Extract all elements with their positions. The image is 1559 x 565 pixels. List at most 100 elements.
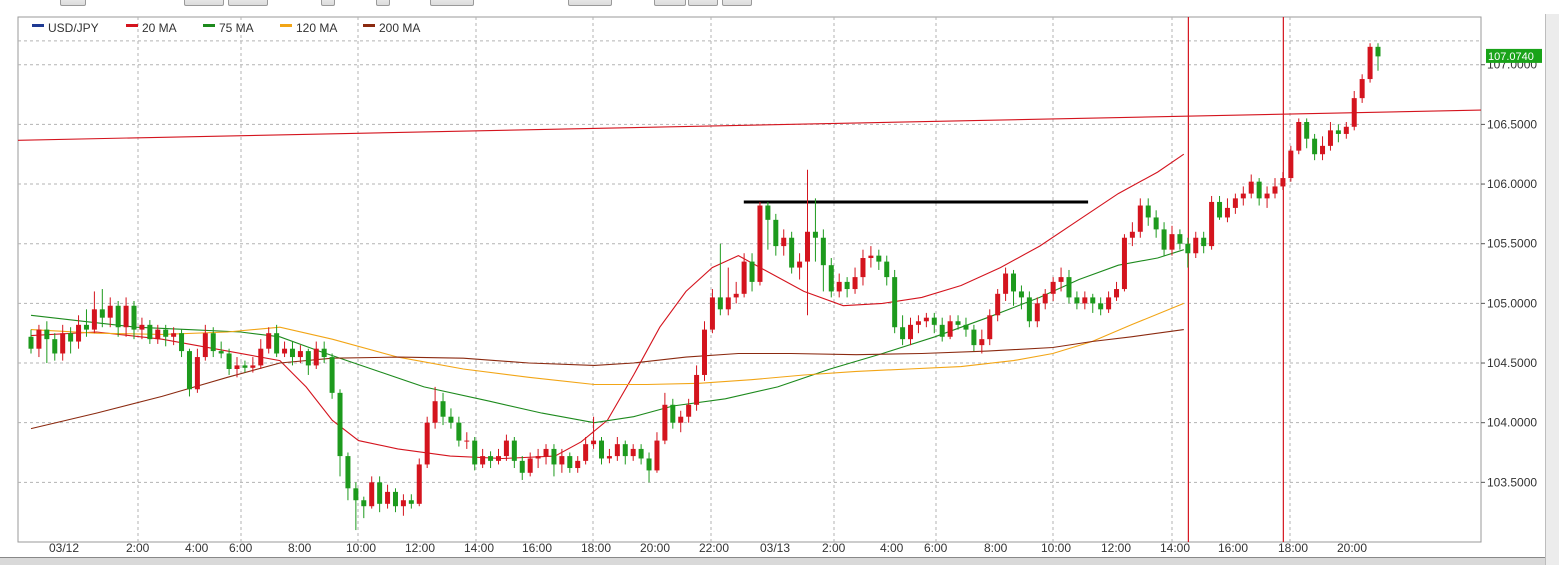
candle-body bbox=[1114, 289, 1120, 298]
horizontal-scrollbar[interactable] bbox=[0, 557, 1545, 565]
candle-body bbox=[733, 293, 739, 298]
candle-body bbox=[828, 265, 834, 292]
toolbar-button[interactable] bbox=[60, 0, 86, 6]
candle-body bbox=[773, 219, 779, 247]
y-tick-label: 105.0000 bbox=[1487, 296, 1537, 310]
candle-body bbox=[654, 440, 660, 471]
plot-area bbox=[17, 16, 1482, 543]
candle-body bbox=[432, 401, 438, 423]
candle-body bbox=[440, 401, 446, 417]
x-tick-label: 10:00 bbox=[1041, 541, 1071, 555]
legend-label: 200 MA bbox=[379, 21, 420, 35]
chart-frame: 103.5000 104.0000 104.5000 105.0000 105.5000… bbox=[0, 14, 1559, 565]
x-tick-label: 8:00 bbox=[288, 541, 312, 555]
candle-body bbox=[1161, 229, 1167, 250]
candle-body bbox=[210, 333, 216, 352]
candle-body bbox=[765, 205, 771, 220]
candle-body bbox=[694, 374, 700, 405]
candle-body bbox=[337, 392, 343, 457]
candle-body bbox=[923, 317, 929, 322]
candle-body bbox=[1351, 98, 1357, 127]
y-tick-label: 104.0000 bbox=[1487, 416, 1537, 430]
candle-body bbox=[353, 488, 359, 501]
toolbar-button[interactable] bbox=[430, 0, 474, 6]
candle-body bbox=[1106, 297, 1112, 310]
candle-body bbox=[44, 329, 50, 340]
candle-body bbox=[91, 309, 97, 330]
toolbar-button[interactable] bbox=[568, 0, 612, 6]
candle-body bbox=[282, 348, 288, 354]
candle-body bbox=[812, 231, 818, 238]
candle-body bbox=[646, 458, 652, 471]
legend-swatch bbox=[32, 24, 44, 27]
candle-body bbox=[1082, 297, 1088, 304]
y-tick-label: 106.0000 bbox=[1487, 177, 1537, 191]
candle-body bbox=[1121, 237, 1127, 290]
candle-body bbox=[963, 324, 969, 330]
toolbar-button[interactable] bbox=[654, 0, 686, 6]
candle-body bbox=[250, 365, 256, 368]
toolbar-checkbox[interactable] bbox=[321, 0, 335, 6]
candle-body bbox=[1375, 46, 1381, 57]
candle-body bbox=[915, 321, 921, 325]
candle-body bbox=[1042, 293, 1048, 304]
x-tick-label: 4:00 bbox=[185, 541, 209, 555]
x-tick-label: 2:00 bbox=[822, 541, 846, 555]
candle-body bbox=[1343, 126, 1349, 134]
candle-body bbox=[179, 333, 185, 352]
candle-body bbox=[488, 456, 494, 461]
candle-body bbox=[535, 456, 541, 459]
x-tick-label: 6:00 bbox=[924, 541, 948, 555]
candle-body bbox=[860, 258, 866, 278]
toolbar-checkbox[interactable] bbox=[376, 0, 390, 6]
candle-body bbox=[424, 422, 430, 465]
candle-body bbox=[464, 440, 470, 442]
candle-body bbox=[408, 500, 414, 504]
x-tick-label: 2:00 bbox=[126, 541, 150, 555]
candle-body bbox=[598, 440, 604, 459]
candle bbox=[1288, 145, 1294, 182]
candle-body bbox=[638, 448, 644, 459]
candle-body bbox=[519, 460, 525, 473]
candle-body bbox=[868, 255, 874, 259]
candle-body bbox=[987, 315, 993, 340]
x-tick-label: 22:00 bbox=[699, 541, 729, 555]
candle-body bbox=[630, 448, 636, 457]
candle bbox=[1209, 195, 1215, 250]
candle-body bbox=[1177, 234, 1183, 244]
candle-body bbox=[955, 321, 961, 325]
candle-body bbox=[1193, 237, 1199, 254]
price-chart[interactable]: 103.5000 104.0000 104.5000 105.0000 105.5000… bbox=[0, 14, 1545, 557]
candle-body bbox=[1129, 231, 1135, 238]
candle-body bbox=[1074, 297, 1080, 304]
candle-body bbox=[171, 333, 177, 337]
candle-body bbox=[480, 456, 486, 465]
candle-body bbox=[511, 440, 517, 461]
candle-body bbox=[1359, 79, 1365, 99]
toolbar-button[interactable] bbox=[688, 0, 718, 6]
candle-body bbox=[1185, 243, 1191, 254]
candle-body bbox=[583, 444, 589, 461]
candle-body bbox=[163, 329, 169, 337]
x-tick-label: 10:00 bbox=[346, 541, 376, 555]
toolbar-button[interactable] bbox=[722, 0, 752, 6]
x-tick-label: 18:00 bbox=[581, 541, 611, 555]
candle bbox=[702, 321, 707, 381]
toolbar bbox=[0, 0, 1559, 14]
candle-body bbox=[503, 440, 509, 457]
toolbar-button[interactable] bbox=[228, 0, 268, 6]
candle-body bbox=[28, 336, 34, 349]
toolbar-button[interactable] bbox=[184, 0, 224, 6]
candle bbox=[1121, 234, 1127, 292]
x-tick-label: 12:00 bbox=[1101, 541, 1131, 555]
x-tick-label: 14:00 bbox=[1160, 541, 1190, 555]
candle-body bbox=[1209, 201, 1215, 247]
candle-body bbox=[1217, 201, 1223, 218]
candle-body bbox=[242, 365, 248, 368]
candle-body bbox=[1335, 130, 1341, 134]
candle-body bbox=[852, 277, 858, 290]
candle-body bbox=[527, 458, 533, 473]
candle-body bbox=[1026, 297, 1032, 322]
candle-body bbox=[345, 456, 351, 489]
candle-body bbox=[789, 237, 795, 268]
